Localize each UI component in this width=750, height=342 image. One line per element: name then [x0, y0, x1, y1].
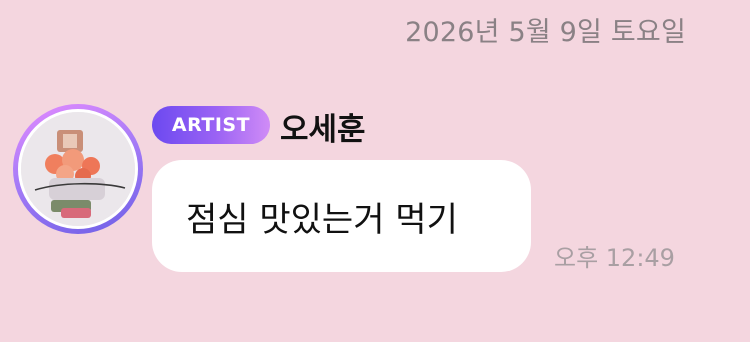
message-row: ARTIST 오세훈 점심 맛있는거 먹기 오후 12:49	[0, 0, 750, 342]
avatar-ring[interactable]	[13, 104, 143, 234]
avatar[interactable]	[18, 109, 138, 229]
artist-badge: ARTIST	[152, 106, 270, 144]
message-bubble[interactable]: 점심 맛있는거 먹기	[152, 160, 531, 272]
sender-name[interactable]: 오세훈	[280, 104, 366, 149]
message-timestamp: 오후 12:49	[554, 244, 675, 272]
bouquet-photo-avatar-icon	[21, 112, 135, 226]
message-text: 점심 맛있는거 먹기	[186, 199, 458, 240]
